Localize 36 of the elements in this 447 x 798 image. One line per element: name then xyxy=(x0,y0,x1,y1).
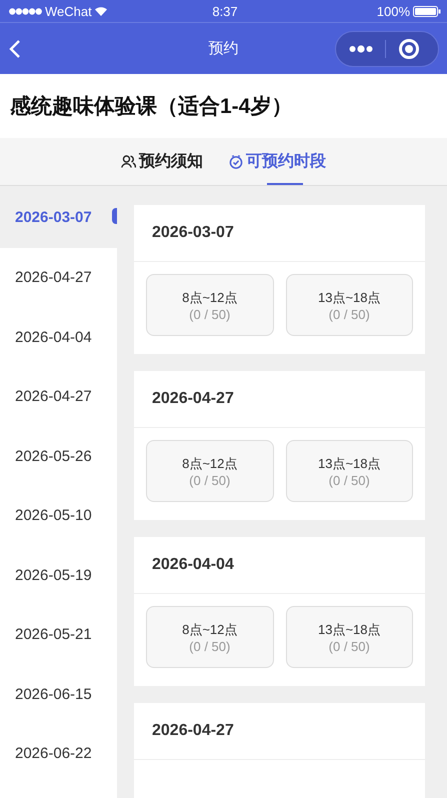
date-item[interactable]: 2026-05-21 xyxy=(0,605,117,664)
time-slot-button[interactable]: 13点~18点 (0 / 50) xyxy=(286,440,413,502)
time-slot-button[interactable]: 8点~12点 (0 / 50) xyxy=(146,274,274,336)
close-icon[interactable] xyxy=(398,38,420,60)
clock-time: 8:37 xyxy=(212,4,238,18)
back-icon[interactable] xyxy=(9,38,21,58)
card-date: 2026-04-27 xyxy=(152,722,234,740)
more-icon[interactable] xyxy=(349,44,373,52)
date-item[interactable]: 2026-05-26 xyxy=(0,426,117,486)
date-item[interactable]: 2026-06-22 xyxy=(0,724,117,784)
time-slot-button[interactable]: 8点~12点 (0 / 50) xyxy=(146,440,274,502)
tab[interactable]: 可预约时段 xyxy=(229,138,326,185)
battery-icon xyxy=(413,6,441,16)
card-date: 2026-03-07 xyxy=(152,224,234,242)
battery-percent: 100% xyxy=(376,4,410,18)
tab[interactable]: 预约须知 xyxy=(121,138,203,185)
date-item[interactable]: 2026-04-04 xyxy=(0,308,117,367)
date-item[interactable]: 2026-04-27 xyxy=(0,248,117,308)
course-title: 感统趣味体验课（适合1-4岁） xyxy=(10,94,292,120)
date-item[interactable]: 2026-06-15 xyxy=(0,664,117,724)
wifi-icon xyxy=(94,6,107,16)
date-item[interactable]: 2026-04-27 xyxy=(0,367,117,426)
time-slot-button[interactable]: 13点~18点 (0 / 50) xyxy=(286,606,413,668)
signal-icon xyxy=(9,8,42,14)
capsule-menu[interactable] xyxy=(335,30,439,66)
date-item[interactable]: 2026-03-07 xyxy=(0,186,117,248)
carrier-label: WeChat xyxy=(45,4,92,18)
date-item[interactable]: 2026-05-19 xyxy=(0,546,117,605)
people-icon xyxy=(121,155,136,168)
card-date: 2026-04-04 xyxy=(152,556,234,574)
check-circle-icon xyxy=(229,154,243,168)
date-item[interactable]: 2026-05-10 xyxy=(0,486,117,546)
time-slot-button[interactable]: 8点~12点 (0 / 50) xyxy=(146,606,274,668)
card-date: 2026-04-27 xyxy=(152,390,234,408)
page-title: 预约 xyxy=(208,39,240,58)
time-slot-button[interactable]: 13点~18点 (0 / 50) xyxy=(286,274,413,336)
